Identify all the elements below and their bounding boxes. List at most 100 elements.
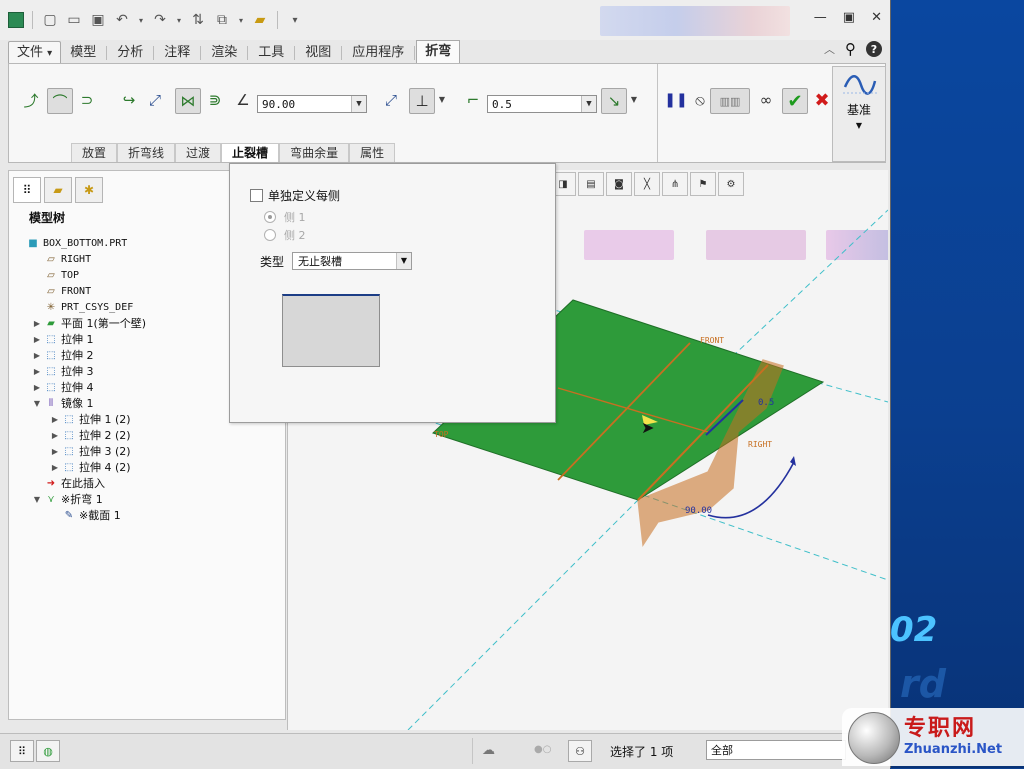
windows-menu-icon[interactable]: ▾ xyxy=(237,11,245,29)
find-icon[interactable]: ⚇ xyxy=(568,740,592,762)
help-icon[interactable]: ? xyxy=(866,41,882,57)
bend-line-icon[interactable]: ⋈ xyxy=(175,88,201,114)
tree-toggle-icon[interactable]: ⠿ xyxy=(10,740,34,762)
tab-bend[interactable]: 折弯 xyxy=(416,40,461,64)
browser-toggle-icon[interactable]: ◍ xyxy=(36,740,60,762)
new-icon[interactable]: ▢ xyxy=(41,11,59,29)
folder-browser-tab-icon[interactable]: ▰ xyxy=(44,177,72,203)
app-logo-icon[interactable] xyxy=(8,12,24,28)
expand-icon[interactable]: ▶ xyxy=(49,415,61,424)
tree-item[interactable]: ✎ ※截面 1 xyxy=(13,507,283,523)
expand-icon[interactable]: ▶ xyxy=(31,335,43,344)
relief-panel: 单独定义每侧 侧 1 侧 2 类型 无止裂槽 ▼ xyxy=(229,163,556,423)
open-icon[interactable]: ▭ xyxy=(65,11,83,29)
tab-analysis[interactable]: 分析 xyxy=(108,41,152,64)
minimize-ribbon-icon[interactable]: ︿ xyxy=(824,41,835,57)
expand-icon[interactable]: ▶ xyxy=(31,351,43,360)
tree-item-label: TOP xyxy=(61,269,80,281)
save-icon[interactable]: ▣ xyxy=(89,11,107,29)
tab-applications[interactable]: 应用程序 xyxy=(343,41,413,64)
undo-menu-icon[interactable]: ▾ xyxy=(137,11,145,29)
datum-plane-icon: ▱ xyxy=(47,269,55,281)
bend-rolled-icon[interactable]: ⊃ xyxy=(75,88,99,112)
tree-item[interactable]: ▶ ⬚ 拉伸 2 (2) xyxy=(13,427,283,443)
redo-menu-icon[interactable]: ▾ xyxy=(175,11,183,29)
collapse-icon[interactable]: ▼ xyxy=(31,399,43,408)
verify-icon[interactable]: ∞ xyxy=(754,88,778,112)
bend-side-icon[interactable]: ↪ xyxy=(117,88,141,112)
tree-item-label: FRONT xyxy=(61,285,92,297)
expand-icon[interactable]: ▶ xyxy=(31,367,43,376)
radius-input[interactable]: 0.5 ▼ xyxy=(487,95,597,113)
subtab-placement[interactable]: 放置 xyxy=(71,143,118,162)
side2-radio[interactable] xyxy=(264,229,276,241)
pause-icon[interactable]: ❚❚ xyxy=(664,88,688,112)
tab-model[interactable]: 模型 xyxy=(61,41,105,64)
subtab-bend-line[interactable]: 折弯线 xyxy=(117,143,176,162)
bend-to-end-icon[interactable]: ⤴ xyxy=(19,88,43,112)
tree-item[interactable]: ▶ ⬚ 拉伸 3 (2) xyxy=(13,443,283,459)
expand-icon[interactable]: ▶ xyxy=(49,431,61,440)
selection-filter-value: 全部 xyxy=(711,744,733,757)
side1-radio[interactable] xyxy=(264,211,276,223)
chevron-down-icon[interactable]: ▼ xyxy=(396,253,411,269)
expand-icon[interactable]: ▶ xyxy=(49,463,61,472)
tab-file[interactable]: 文件 ▾ xyxy=(8,41,62,64)
message-log-icon[interactable]: ☁ xyxy=(482,743,498,759)
tree-item[interactable]: ▶ ⬚ 拉伸 4 (2) xyxy=(13,459,283,475)
tree-item-label: 拉伸 1 (2) xyxy=(79,413,131,426)
cancel-icon[interactable]: ✖ xyxy=(810,88,834,112)
close-file-icon[interactable]: ▰ xyxy=(251,11,269,29)
datum-button[interactable]: 基准 ▼ xyxy=(832,66,886,162)
chevron-down-icon[interactable]: ▼ xyxy=(581,96,596,112)
flip-direction-icon[interactable]: ⤢ xyxy=(143,88,167,112)
dim-angle-label[interactable]: 90.00 xyxy=(685,506,712,516)
expand-icon[interactable]: ▶ xyxy=(49,447,61,456)
collapse-icon[interactable]: ▼ xyxy=(31,495,43,504)
bend-relief-icon[interactable]: ⋑ xyxy=(203,88,227,112)
search-icon[interactable]: ⚲ xyxy=(845,40,856,58)
chevron-down-icon[interactable]: ▼ xyxy=(629,91,639,109)
tab-render[interactable]: 渲染 xyxy=(202,41,246,64)
radius-side-icon[interactable]: ↘ xyxy=(601,88,627,114)
close-icon[interactable]: ✕ xyxy=(871,10,882,25)
favorites-tab-icon[interactable]: ✱ xyxy=(75,177,103,203)
bend-selected-icon[interactable]: ⌒ xyxy=(47,88,73,114)
tab-tools[interactable]: 工具 xyxy=(249,41,293,64)
angle-input[interactable]: 90.00 ▼ xyxy=(257,95,367,113)
subtab-bend-allowance[interactable]: 弯曲余量 xyxy=(279,143,350,162)
expand-icon[interactable]: ▶ xyxy=(31,319,43,328)
qat-menu-icon[interactable]: ▾ xyxy=(286,11,304,29)
subtab-relief[interactable]: 止裂槽 xyxy=(221,143,280,162)
insert-here-icon: ➜ xyxy=(46,477,56,489)
tab-view[interactable]: 视图 xyxy=(296,41,340,64)
flip-angle-icon[interactable]: ⤢ xyxy=(379,88,403,112)
no-preview-icon[interactable]: ⦸ xyxy=(688,88,712,112)
radius-type-icon[interactable]: ⊥ xyxy=(409,88,435,114)
define-each-side-checkbox[interactable] xyxy=(250,189,263,202)
model-tree-tab-icon[interactable]: ⠿ xyxy=(13,177,41,203)
undo-icon[interactable]: ↶ xyxy=(113,11,131,29)
minimize-icon[interactable]: — xyxy=(814,10,827,25)
tree-item-label: ※折弯 1 xyxy=(61,493,103,506)
tab-annotate[interactable]: 注释 xyxy=(155,41,199,64)
preview-icon[interactable]: ▥▥ xyxy=(710,88,750,114)
subtab-properties[interactable]: 属性 xyxy=(349,143,396,162)
selection-filter[interactable]: 全部 xyxy=(706,740,846,760)
bend-ribbon: ⤴ ⌒ ⊃ ↪ ⤢ ⋈ ⋑ ∠ 90.00 ▼ ⤢ ⊥ ▼ ⌐ 0.5 ▼ ↘ … xyxy=(8,63,886,163)
windows-icon[interactable]: ⧉ xyxy=(213,11,231,29)
expand-icon[interactable]: ▶ xyxy=(31,383,43,392)
subtab-transition[interactable]: 过渡 xyxy=(175,143,222,162)
relief-type-select[interactable]: 无止裂槽 ▼ xyxy=(292,252,412,270)
feature-controls: ❚❚ ⦸ ▥▥ ∞ ✔ ✖ xyxy=(657,64,840,162)
chevron-down-icon[interactable]: ▼ xyxy=(437,91,447,109)
chevron-down-icon[interactable]: ▼ xyxy=(351,96,366,112)
tree-item[interactable]: ▼ ⋎ ※折弯 1 xyxy=(13,491,283,507)
maximize-icon[interactable]: ▣ xyxy=(843,10,855,25)
tab-separator xyxy=(153,46,155,60)
regenerate-icon[interactable]: ⇅ xyxy=(189,11,207,29)
dim-thickness-label[interactable]: 0.5 xyxy=(758,398,774,408)
redo-icon[interactable]: ↷ xyxy=(151,11,169,29)
tree-item[interactable]: ➜ 在此插入 xyxy=(13,475,283,491)
accept-icon[interactable]: ✔ xyxy=(782,88,808,114)
